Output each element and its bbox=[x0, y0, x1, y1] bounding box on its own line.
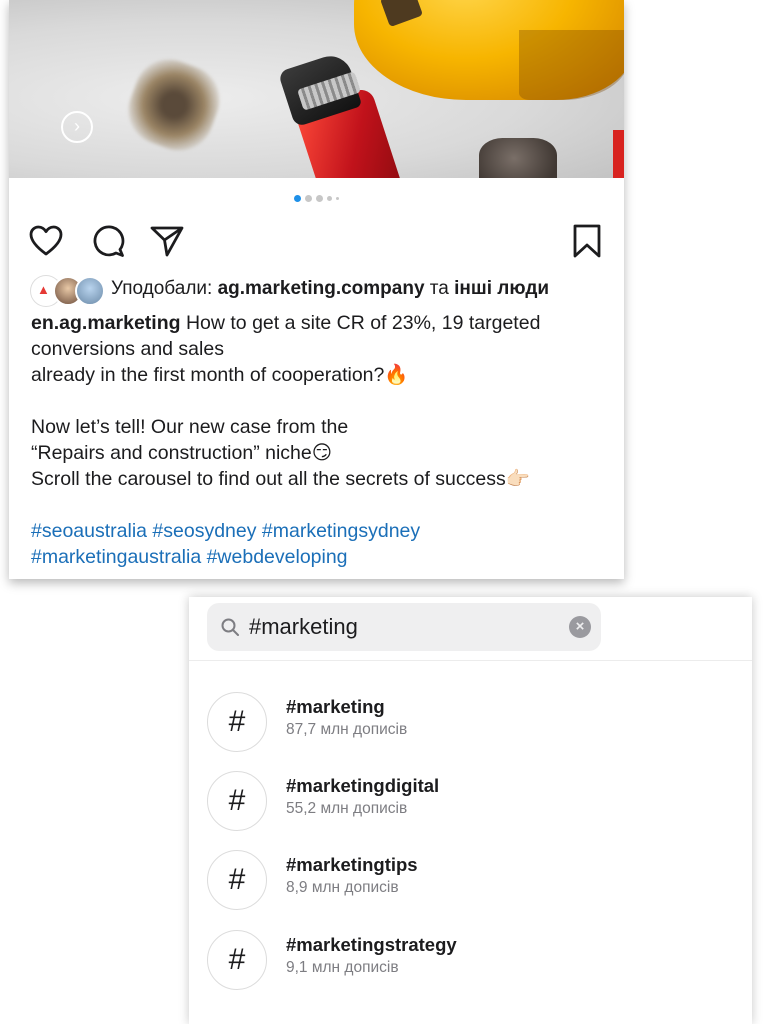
avatar bbox=[75, 276, 105, 306]
carousel-dot-1 bbox=[294, 195, 301, 202]
hashtag-result-item[interactable]: # #marketingtips 8,9 млн дописів bbox=[207, 850, 727, 914]
likes-summary: Уподобали: ag.marketing.company та інші … bbox=[111, 278, 549, 300]
caption-line: Now let’s tell! Our new case from the bbox=[31, 416, 349, 438]
comment-icon[interactable] bbox=[89, 222, 127, 260]
caption-line: conversions and sales bbox=[31, 338, 224, 360]
hashtag-post-count: 9,1 млн дописів bbox=[286, 959, 399, 976]
carousel-dot-3 bbox=[316, 195, 323, 202]
liker-username-link[interactable]: ag.marketing.company bbox=[218, 278, 425, 299]
brand-logo-icon: ▲ bbox=[37, 282, 50, 297]
likes-prefix: Уподобали: bbox=[111, 278, 218, 299]
hashtag-icon: # bbox=[207, 930, 267, 990]
hashtag-post-count: 8,9 млн дописів bbox=[286, 879, 399, 896]
hashtag-result-item[interactable]: # #marketingstrategy 9,1 млн дописів bbox=[207, 930, 727, 994]
hashtags-line[interactable]: #seoaustralia #seosydney #marketingsydne… bbox=[31, 518, 621, 544]
likes-conjunction: та bbox=[424, 278, 455, 299]
other-likers-link[interactable]: інші люди bbox=[454, 278, 549, 299]
hashtag-name: #marketing bbox=[286, 696, 385, 717]
gear-illustration bbox=[118, 49, 230, 161]
hashtag-name: #marketingtips bbox=[286, 854, 418, 875]
search-icon bbox=[221, 618, 239, 636]
chevron-right-icon[interactable]: › bbox=[61, 111, 93, 143]
carousel-dot-4 bbox=[327, 196, 332, 201]
heart-icon[interactable] bbox=[27, 222, 65, 260]
hashtag-result-item[interactable]: # #marketing 87,7 млн дописів bbox=[207, 692, 727, 756]
clear-search-icon[interactable]: × bbox=[569, 616, 591, 638]
share-icon[interactable] bbox=[148, 222, 186, 260]
hashtag-icon: # bbox=[207, 771, 267, 831]
post-carousel-image[interactable]: › bbox=[9, 0, 624, 178]
hashtag-name: #marketingdigital bbox=[286, 775, 440, 796]
caption-line: Scroll the carousel to find out all the … bbox=[31, 468, 531, 490]
caption-line: already in the first month of cooperatio… bbox=[31, 364, 409, 386]
instagram-post: › ▲ Уподобали: ag.marketing.company та і… bbox=[9, 0, 624, 579]
hashtag-post-count: 55,2 млн дописів bbox=[286, 800, 408, 817]
red-tool-edge bbox=[613, 130, 624, 178]
author-username-link[interactable]: en.ag.marketing bbox=[31, 312, 181, 334]
hashtag-result-item[interactable]: # #marketingdigital 55,2 млн дописів bbox=[207, 771, 727, 835]
hashtag-post-count: 87,7 млн дописів bbox=[286, 721, 408, 738]
search-bar[interactable]: × bbox=[207, 603, 601, 651]
carousel-indicator bbox=[9, 195, 624, 205]
hashtag-name: #marketingstrategy bbox=[286, 934, 457, 955]
hashtag-icon: # bbox=[207, 692, 267, 752]
likes-row[interactable]: ▲ Уподобали: ag.marketing.company та інш… bbox=[31, 276, 621, 306]
caption-line: “Repairs and construction” niche😏 bbox=[31, 442, 333, 464]
caption-line: en.ag.marketing How to get a site CR of … bbox=[31, 310, 621, 336]
carousel-dot-2 bbox=[305, 195, 312, 202]
hashtag-search-panel: × # #marketing 87,7 млн дописів # #marke… bbox=[189, 597, 752, 1024]
carousel-dot-5 bbox=[336, 197, 339, 200]
liker-avatars: ▲ bbox=[31, 276, 107, 306]
divider bbox=[189, 660, 752, 661]
caption-text: How to get a site CR of 23%, 19 targeted bbox=[180, 312, 541, 334]
hashtags-line[interactable]: #marketingaustralia #webdeveloping bbox=[31, 544, 621, 570]
hashtag-icon: # bbox=[207, 850, 267, 910]
bookmark-icon[interactable] bbox=[568, 222, 606, 260]
search-input[interactable] bbox=[249, 611, 559, 643]
post-caption: en.ag.marketing How to get a site CR of … bbox=[31, 310, 621, 570]
hard-hat-shadow bbox=[519, 30, 624, 100]
hex-nut-illustration bbox=[479, 138, 557, 178]
